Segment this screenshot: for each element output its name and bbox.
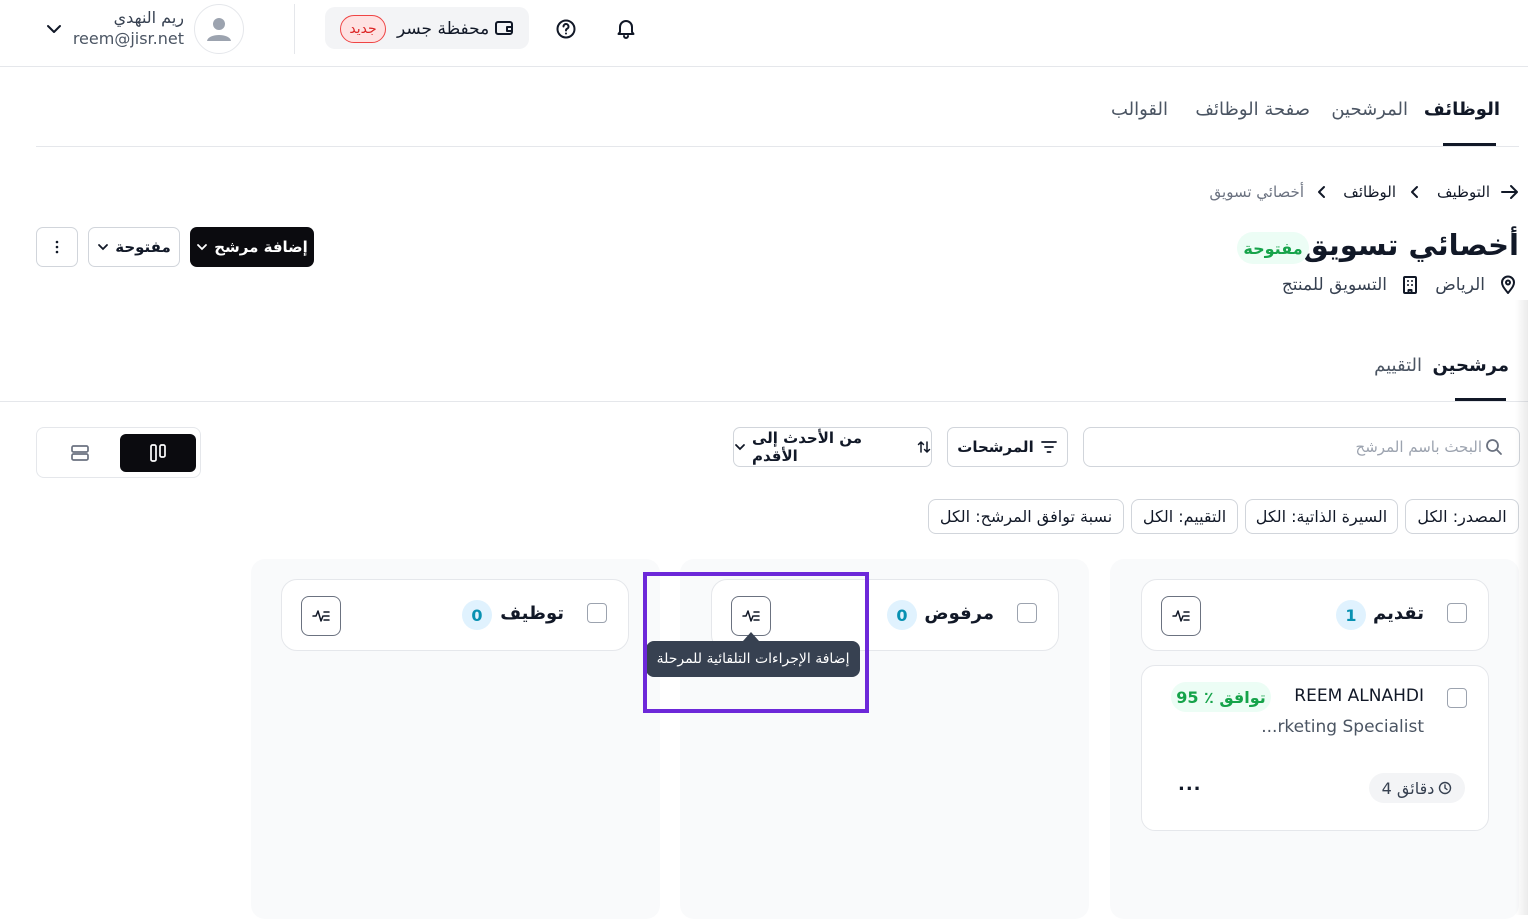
stage-count-badge: 1 — [1336, 600, 1366, 630]
filter-chip-rating[interactable]: التقييم: الكل — [1131, 499, 1238, 534]
search-field[interactable] — [1083, 427, 1520, 467]
filters-label: المرشحات — [957, 438, 1034, 456]
board-view-button[interactable] — [120, 434, 196, 472]
clock-icon — [1438, 781, 1452, 795]
list-view-icon — [70, 443, 90, 463]
match-score-badge: توافق ٪ 95 — [1171, 682, 1271, 712]
filter-icon — [1040, 439, 1058, 455]
filters-button[interactable]: المرشحات — [947, 427, 1068, 467]
add-candidate-label: إضافة مرشح — [214, 238, 308, 256]
candidate-more-button[interactable]: ... — [1178, 774, 1202, 795]
avatar[interactable] — [194, 4, 244, 54]
highlight-box — [643, 572, 869, 713]
user-name: ريم النهدي — [113, 8, 184, 27]
stage-count-badge: 0 — [887, 600, 917, 630]
filter-chip-resume[interactable]: السيرة الذاتية: الكل — [1245, 499, 1398, 534]
breadcrumb-jobs[interactable]: الوظائف — [1343, 183, 1396, 201]
chevron-left-icon — [1315, 184, 1329, 200]
breadcrumb-current: أخصائي تسويق — [1209, 183, 1304, 201]
user-email: reem@jisr.net — [72, 29, 184, 48]
filter-chip-source[interactable]: المصدر: الكل — [1405, 499, 1519, 534]
chevron-down-icon — [196, 241, 208, 253]
candidate-role: ...rketing Specialist — [1261, 717, 1424, 737]
status-badge: مفتوحة — [1237, 232, 1309, 264]
time-badge: 4 دقائق — [1369, 773, 1465, 803]
filter-chip-match[interactable]: نسبة توافق المرشح: الكل — [928, 499, 1124, 534]
wallet-button[interactable]: جديد محفظة جسر — [325, 7, 529, 49]
wallet-label: محفظة جسر — [397, 19, 490, 39]
arrow-right-icon[interactable] — [1500, 183, 1520, 201]
job-location: الرياض — [1435, 275, 1485, 295]
candidate-select-checkbox[interactable] — [1447, 688, 1467, 708]
more-options-button[interactable] — [36, 227, 78, 267]
panel-edge-shadow — [1515, 300, 1528, 915]
location-pin-icon — [1499, 275, 1517, 295]
automation-icon — [312, 607, 330, 625]
tabs-divider — [36, 146, 1519, 147]
kebab-icon — [54, 240, 60, 254]
divider — [294, 4, 295, 54]
view-toggle — [36, 427, 201, 478]
sort-arrows-icon — [917, 440, 931, 454]
tab-candidates-list[interactable]: مرشحين — [1432, 355, 1509, 376]
stage-select-checkbox[interactable] — [1447, 603, 1467, 623]
job-department: التسويق للمنتج — [1281, 275, 1387, 295]
list-view-button[interactable] — [45, 434, 115, 472]
stage-name: توظيف — [500, 603, 564, 624]
tab-evaluation[interactable]: التقييم — [1374, 355, 1422, 376]
tab-candidates[interactable]: المرشحين — [1331, 99, 1408, 120]
chevron-left-icon — [1408, 184, 1422, 200]
chevron-down-icon — [97, 241, 109, 253]
search-input[interactable] — [1092, 434, 1482, 460]
help-icon[interactable] — [555, 18, 577, 40]
status-dropdown-label: مفتوحة — [115, 238, 171, 256]
auto-actions-button[interactable] — [301, 596, 341, 636]
candidate-name: REEM ALNAHDI — [1294, 686, 1424, 706]
sort-label: من الأحدث إلى الأقدم — [752, 429, 863, 465]
candidate-card[interactable]: REEM ALNAHDI ...rketing Specialist توافق… — [1141, 665, 1489, 831]
user-icon — [207, 18, 231, 41]
auto-actions-button[interactable] — [1161, 596, 1201, 636]
chevron-down-icon[interactable] — [44, 19, 64, 39]
page-title: أخصائي تسويق — [1302, 228, 1519, 262]
status-dropdown[interactable]: مفتوحة — [88, 227, 180, 267]
tab-jobs[interactable]: الوظائف — [1424, 99, 1500, 120]
stage-count-badge: 0 — [462, 600, 492, 630]
time-label: 4 دقائق — [1381, 778, 1435, 798]
sort-dropdown[interactable]: من الأحدث إلى الأقدم — [733, 427, 932, 467]
subtabs-divider — [0, 401, 1528, 402]
stage-select-checkbox[interactable] — [587, 603, 607, 623]
breadcrumb-recruitment[interactable]: التوظيف — [1437, 183, 1490, 201]
stage-name: مرفوض — [924, 603, 994, 624]
automation-icon — [1172, 607, 1190, 625]
stage-header-hired: توظيف 0 — [281, 579, 629, 651]
board-view-icon — [148, 443, 168, 463]
wallet-icon — [494, 19, 514, 37]
search-icon — [1485, 438, 1503, 456]
stage-name: تقديم — [1373, 603, 1424, 624]
new-badge: جديد — [340, 15, 386, 43]
bell-icon[interactable] — [615, 17, 637, 39]
building-icon — [1401, 275, 1419, 295]
add-candidate-button[interactable]: إضافة مرشح — [190, 227, 314, 267]
stage-header-apply: تقديم 1 — [1141, 579, 1489, 651]
stage-select-checkbox[interactable] — [1017, 603, 1037, 623]
top-bar: ريم النهدي reem@jisr.net جديد محفظة جسر — [0, 0, 1528, 67]
tab-templates[interactable]: القوالب — [1111, 99, 1168, 120]
chevron-down-icon — [734, 441, 746, 453]
tab-jobs-page[interactable]: صفحة الوظائف — [1195, 99, 1310, 120]
